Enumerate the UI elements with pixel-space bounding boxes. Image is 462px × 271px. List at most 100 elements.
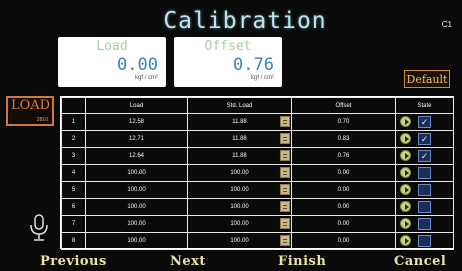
offset-cell: 0.00 bbox=[291, 198, 396, 216]
screen-code: C1 bbox=[441, 20, 452, 29]
checkbox-icon[interactable] bbox=[418, 201, 431, 213]
std-load-value: 11.88 bbox=[232, 119, 247, 125]
column-header-std-load: Std. Load bbox=[187, 97, 292, 114]
checkbox-icon[interactable] bbox=[418, 184, 431, 196]
offset-cell: 0.00 bbox=[291, 181, 396, 199]
state-cell bbox=[395, 181, 454, 199]
checkbox-icon[interactable] bbox=[418, 167, 431, 179]
std-load-cell[interactable]: 11.88 bbox=[187, 147, 292, 165]
offset-readout: Offset 0.76 kgf / cm² bbox=[174, 37, 282, 87]
table-row[interactable]: 6 100.00 100.00 0.00 bbox=[61, 198, 454, 216]
adjust-handle-icon[interactable] bbox=[280, 116, 290, 127]
play-icon[interactable] bbox=[400, 133, 411, 144]
load-readout-unit: kgf / cm² bbox=[134, 75, 158, 81]
table-row[interactable]: 3 12.64 11.88 0.76 ✓ bbox=[61, 147, 454, 165]
row-index: 8 bbox=[61, 232, 86, 250]
table-row[interactable]: 5 100.00 100.00 0.00 bbox=[61, 181, 454, 199]
finish-button[interactable]: Finish bbox=[278, 254, 326, 270]
adjust-handle-icon[interactable] bbox=[280, 235, 290, 246]
adjust-handle-icon[interactable] bbox=[280, 184, 290, 195]
load-side-button[interactable]: LOAD 2810 bbox=[6, 96, 54, 126]
calibration-screen: Calibration C1 Load 0.00 kgf / cm² Offse… bbox=[0, 0, 462, 271]
offset-readout-value: 0.76 bbox=[233, 55, 274, 75]
offset-readout-unit: kgf / cm² bbox=[250, 75, 274, 81]
std-load-value: 100.00 bbox=[230, 204, 249, 210]
load-cell: 12.58 bbox=[85, 113, 188, 131]
std-load-cell[interactable]: 11.88 bbox=[187, 130, 292, 148]
column-header-state: State bbox=[395, 97, 454, 114]
adjust-handle-icon[interactable] bbox=[280, 133, 290, 144]
state-cell bbox=[395, 232, 454, 250]
column-header-offset: Offset bbox=[291, 97, 396, 114]
table-header-row: Load Std. Load Offset State bbox=[61, 97, 454, 114]
offset-cell: 0.00 bbox=[291, 164, 396, 182]
std-load-value: 100.00 bbox=[230, 187, 249, 193]
table-row[interactable]: 1 12.58 11.88 0.70 ✓ bbox=[61, 113, 454, 131]
play-icon[interactable] bbox=[400, 184, 411, 195]
checkbox-icon[interactable]: ✓ bbox=[418, 116, 431, 128]
row-index: 6 bbox=[61, 198, 86, 216]
load-readout-title: Load bbox=[96, 39, 128, 54]
std-load-value: 11.88 bbox=[232, 153, 247, 159]
load-cell: 12.71 bbox=[85, 130, 188, 148]
load-cell: 100.00 bbox=[85, 198, 188, 216]
previous-button[interactable]: Previous bbox=[40, 254, 107, 270]
std-load-cell[interactable]: 100.00 bbox=[187, 232, 292, 250]
load-readout-value: 0.00 bbox=[117, 55, 158, 75]
adjust-handle-icon[interactable] bbox=[280, 218, 290, 229]
load-cell: 100.00 bbox=[85, 164, 188, 182]
offset-cell: 0.00 bbox=[291, 232, 396, 250]
play-icon[interactable] bbox=[400, 167, 411, 178]
table-row[interactable]: 2 12.71 11.88 0.83 ✓ bbox=[61, 130, 454, 148]
page-title: Calibration bbox=[163, 8, 327, 34]
offset-cell: 0.83 bbox=[291, 130, 396, 148]
cancel-button[interactable]: Cancel bbox=[394, 254, 446, 270]
std-load-cell[interactable]: 100.00 bbox=[187, 181, 292, 199]
checkbox-icon[interactable]: ✓ bbox=[418, 150, 431, 162]
play-icon[interactable] bbox=[400, 201, 411, 212]
column-header-load: Load bbox=[85, 97, 188, 114]
std-load-cell[interactable]: 100.00 bbox=[187, 198, 292, 216]
checkbox-icon[interactable] bbox=[418, 235, 431, 247]
std-load-value: 11.88 bbox=[232, 136, 247, 142]
play-icon[interactable] bbox=[400, 116, 411, 127]
play-icon[interactable] bbox=[400, 235, 411, 246]
std-load-cell[interactable]: 11.88 bbox=[187, 113, 292, 131]
adjust-handle-icon[interactable] bbox=[280, 167, 290, 178]
play-icon[interactable] bbox=[400, 218, 411, 229]
play-icon[interactable] bbox=[400, 150, 411, 161]
load-readout: Load 0.00 kgf / cm² bbox=[58, 37, 166, 87]
state-cell: ✓ bbox=[395, 113, 454, 131]
checkbox-icon[interactable] bbox=[418, 218, 431, 230]
load-side-label: LOAD bbox=[11, 98, 51, 113]
calibration-table: Load Std. Load Offset State 1 12.58 11.88 0… bbox=[60, 96, 454, 250]
load-cell: 100.00 bbox=[85, 181, 188, 199]
microphone-icon[interactable] bbox=[28, 213, 50, 245]
adjust-handle-icon[interactable] bbox=[280, 150, 290, 161]
default-button[interactable]: Default bbox=[404, 70, 450, 88]
checkbox-icon[interactable]: ✓ bbox=[418, 133, 431, 145]
row-index: 5 bbox=[61, 181, 86, 199]
state-cell bbox=[395, 215, 454, 233]
table-row[interactable]: 4 100.00 100.00 0.00 bbox=[61, 164, 454, 182]
std-load-value: 100.00 bbox=[230, 238, 249, 244]
table-row[interactable]: 8 100.00 100.00 0.00 bbox=[61, 232, 454, 250]
state-cell: ✓ bbox=[395, 130, 454, 148]
offset-cell: 0.70 bbox=[291, 113, 396, 131]
std-load-value: 100.00 bbox=[230, 221, 249, 227]
row-index: 4 bbox=[61, 164, 86, 182]
offset-cell: 0.00 bbox=[291, 215, 396, 233]
table-row[interactable]: 7 100.00 100.00 0.00 bbox=[61, 215, 454, 233]
offset-readout-title: Offset bbox=[204, 39, 252, 54]
state-cell bbox=[395, 164, 454, 182]
std-load-cell[interactable]: 100.00 bbox=[187, 215, 292, 233]
row-index: 3 bbox=[61, 147, 86, 165]
load-cell: 100.00 bbox=[85, 215, 188, 233]
next-button[interactable]: Next bbox=[170, 254, 206, 270]
adjust-handle-icon[interactable] bbox=[280, 201, 290, 212]
std-load-cell[interactable]: 100.00 bbox=[187, 164, 292, 182]
row-index: 7 bbox=[61, 215, 86, 233]
column-header-index bbox=[61, 97, 86, 114]
load-cell: 100.00 bbox=[85, 232, 188, 250]
row-index: 2 bbox=[61, 130, 86, 148]
